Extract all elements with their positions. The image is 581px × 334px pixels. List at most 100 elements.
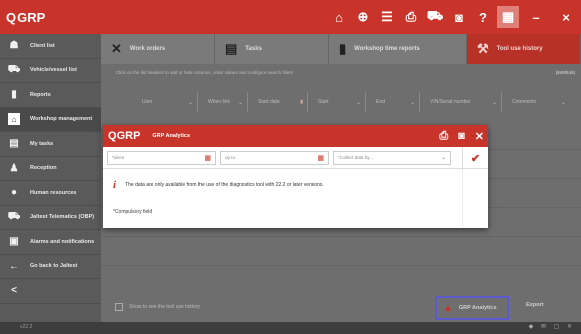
- tab-label: Tool use history: [496, 46, 543, 52]
- calendar-icon: ▮: [300, 99, 303, 105]
- help-icon[interactable]: ?: [473, 7, 493, 27]
- upto-date-field[interactable]: up to ▦: [220, 150, 329, 165]
- sidebar-item-human-resources[interactable]: ● Human resources: [0, 181, 101, 206]
- user-icon: ☗: [9, 40, 19, 52]
- filter-label: User: [142, 99, 153, 105]
- confirm-column: [462, 169, 488, 228]
- print-icon[interactable]: ⎙: [401, 7, 421, 27]
- filter-label: Comments: [512, 99, 537, 105]
- grp-analytics-label: GRP Analytics: [458, 305, 497, 311]
- info-icon: i: [113, 179, 117, 191]
- close-icon[interactable]: ✕: [475, 130, 484, 143]
- calendar-icon[interactable]: ▦: [204, 154, 211, 162]
- back-arrow-icon: ←: [9, 260, 19, 272]
- sidebar-item-label: My tasks: [30, 140, 54, 147]
- tab-bar: ✕ Work orders ▤ Tasks ▮ Workshop time re…: [101, 34, 581, 64]
- logo-q: Q: [6, 9, 17, 25]
- dialog-logo-text: GRP: [116, 130, 141, 142]
- tab-tool-use-history[interactable]: ⚒ Tool use history: [467, 34, 581, 64]
- car-icon[interactable]: ⛟: [425, 7, 445, 27]
- sidebar-item-label: Alarms and notifications: [30, 238, 95, 245]
- export-button[interactable]: Export: [526, 302, 543, 308]
- chevron-down-icon: ⌄: [355, 99, 361, 106]
- version-label: v22.2: [20, 324, 33, 330]
- sidebar-item-alarms[interactable]: ▣ Alarms and notifications: [0, 230, 101, 255]
- tasks-icon: ▤: [225, 41, 238, 56]
- globe-icon[interactable]: ⊕: [353, 7, 373, 27]
- tab-work-orders[interactable]: ✕ Work orders: [101, 34, 215, 64]
- confirm-button[interactable]: ✔: [462, 147, 488, 169]
- sidebar-item-go-back[interactable]: ← Go back to Jaltest: [0, 255, 101, 279]
- grp-analytics-button[interactable]: ▲ GRP Analytics: [435, 296, 509, 320]
- camera-icon[interactable]: ◙: [458, 130, 465, 142]
- tab-workshop-time-reports[interactable]: ▮ Workshop time reports: [329, 34, 467, 64]
- filter-label: End: [376, 99, 385, 105]
- status-bar: v22.2 ◆ ✉ ▢ ✕: [0, 322, 581, 334]
- top-bar: Q GRP ⌂ ⊕ ☰ ⎙ ⛟ ◙ ? ▦ – ×: [0, 0, 581, 34]
- checkmark-icon: ✔: [470, 152, 481, 165]
- sidebar-item-my-tasks[interactable]: ▤ My tasks: [0, 132, 101, 157]
- sidebar-item-label: Client list: [30, 42, 55, 49]
- grid-icon[interactable]: ▦: [497, 6, 519, 28]
- wrench-icon: ✕: [111, 41, 122, 56]
- hr-icon: ●: [10, 187, 18, 199]
- tab-label: Work orders: [129, 46, 166, 52]
- tasks-icon: ▤: [9, 138, 19, 150]
- dialog-logo: QGRP: [108, 130, 141, 142]
- filter-start[interactable]: Start ⌄: [312, 92, 366, 112]
- tab-label: Tasks: [245, 46, 262, 52]
- sidebar-item-label: Reports: [30, 91, 51, 98]
- filter-when-link[interactable]: When link ⌄: [202, 92, 248, 112]
- collect-data-select[interactable]: *Collect data by... ⌄: [333, 150, 451, 165]
- since-date-field[interactable]: *since ▦: [107, 150, 216, 165]
- filter-comments[interactable]: Comments ⌄: [506, 92, 570, 112]
- vehicle-icon: ⛟: [7, 63, 21, 75]
- report-icon: ▮: [11, 89, 17, 101]
- dialog-header: QGRP GRP Analytics ⎙ ◙ ✕: [103, 125, 488, 147]
- sidebar-item-client-list[interactable]: ☗ Client list: [0, 34, 101, 59]
- filter-vin[interactable]: VIN/Serial number ⌄: [424, 92, 502, 112]
- chevron-down-icon: ⌄: [409, 99, 415, 106]
- camera-icon[interactable]: ◙: [449, 7, 469, 27]
- sidebar-item-vehicle-list[interactable]: ⛟ Vehicle/vessel list: [0, 59, 101, 83]
- table-row: [101, 237, 581, 266]
- calendar-icon[interactable]: ▦: [317, 154, 324, 162]
- alarm-icon: ▣: [9, 236, 19, 248]
- reception-icon: ♟: [9, 162, 19, 174]
- filter-start-date[interactable]: Start date ▮: [252, 92, 308, 112]
- sidebar-item-reports[interactable]: ▮ Reports: [0, 83, 101, 108]
- sidebar-item-label: Reception: [30, 165, 57, 172]
- filter-end[interactable]: End ⌄: [370, 92, 420, 112]
- chevron-down-icon: ⌄: [440, 155, 446, 161]
- sidebar-item-label: Vehicle/vessel list: [30, 67, 77, 74]
- filter-label: Start date: [258, 99, 280, 105]
- upto-placeholder: up to: [225, 155, 236, 160]
- filter-label: VIN/Serial number: [430, 99, 471, 105]
- home-icon[interactable]: ⌂: [329, 7, 349, 27]
- chevron-down-icon: ⌄: [491, 99, 497, 106]
- minimize-icon[interactable]: –: [523, 7, 549, 27]
- sidebar-item-workshop-management[interactable]: ⌂ Workshop management: [0, 107, 101, 132]
- list-icon[interactable]: ☰: [377, 7, 397, 27]
- filter-row: User ⌄ When link ⌄ Start date ▮ Start ⌄ End ⌄…: [136, 90, 576, 114]
- sidebar-item-telematics[interactable]: ⛟ Jaltest Telematics (OBP): [0, 206, 101, 230]
- show-history-checkbox[interactable]: Show to see the tool use history: [115, 303, 200, 311]
- grp-analytics-dialog: QGRP GRP Analytics ⎙ ◙ ✕ *since ▦ up to …: [103, 125, 488, 228]
- sidebar-collapse-button[interactable]: <: [0, 279, 101, 304]
- close-icon[interactable]: ×: [553, 7, 579, 27]
- record-count: (849/849): [555, 70, 575, 75]
- filter-label: Start: [318, 99, 329, 105]
- chevron-down-icon: ⌄: [187, 99, 193, 106]
- list-hint: Click on the list headers to add or hide…: [116, 70, 294, 75]
- print-icon[interactable]: ⎙: [439, 130, 448, 143]
- sidebar-item-label: Jaltest Telematics (OBP): [30, 214, 95, 221]
- chevron-down-icon: ⌄: [560, 99, 566, 106]
- sidebar: ☗ Client list ⛟ Vehicle/vessel list ▮ Re…: [0, 34, 101, 334]
- chevron-down-icon: ⌄: [237, 99, 243, 106]
- analytics-icon: ▲: [443, 302, 453, 314]
- info-text: The data are only available from the use…: [125, 182, 324, 188]
- tab-tasks[interactable]: ▤ Tasks: [215, 34, 329, 64]
- filter-user[interactable]: User ⌄: [136, 92, 198, 112]
- sidebar-item-reception[interactable]: ♟ Reception: [0, 157, 101, 181]
- workshop-icon: ⌂: [8, 113, 20, 126]
